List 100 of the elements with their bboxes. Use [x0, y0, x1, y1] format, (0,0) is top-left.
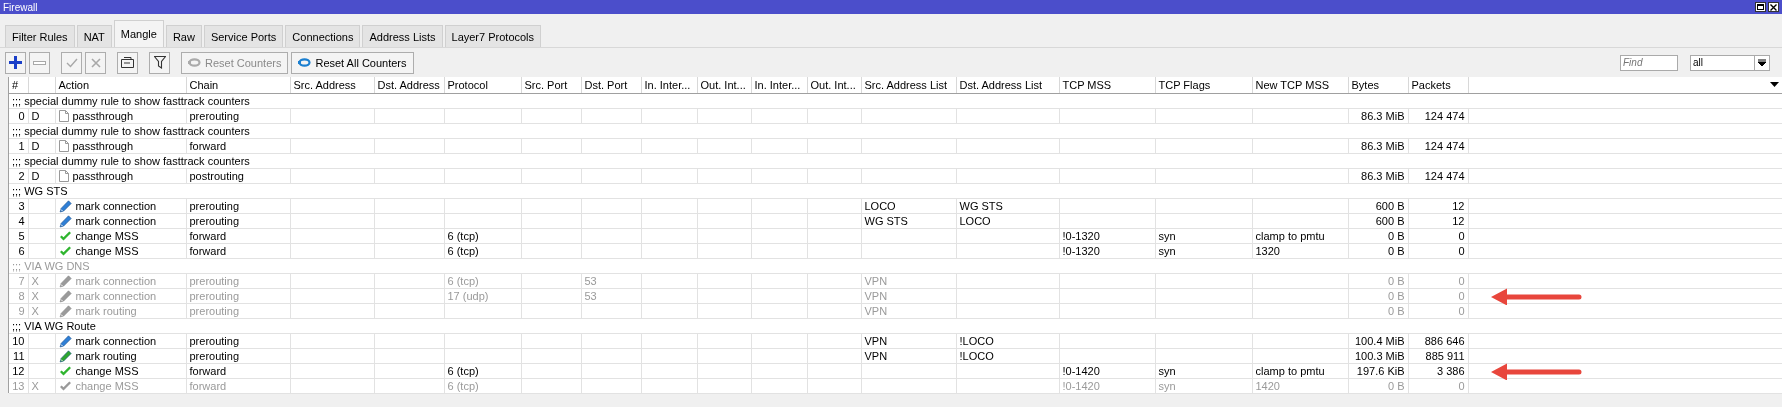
column-header[interactable]: In. Inter...	[751, 77, 807, 94]
table-cell: 0	[9, 108, 28, 124]
note-icon	[121, 57, 134, 68]
filter-dropdown[interactable]: all	[1690, 54, 1770, 71]
table-cell: 0 B	[1348, 273, 1408, 289]
document-icon	[58, 170, 69, 182]
column-header[interactable]: #	[9, 77, 28, 94]
table-cell: 0 B	[1348, 288, 1408, 304]
column-header[interactable]: Action	[55, 77, 186, 94]
comment-text: ;;; WG STS	[9, 183, 1782, 199]
table-cell: 6 (tcp)	[444, 243, 521, 259]
search-field[interactable]: Find	[1620, 54, 1678, 71]
column-header[interactable]: Dst. Address	[374, 77, 444, 94]
column-header[interactable]: Src. Port	[521, 77, 581, 94]
table-cell: VPN	[861, 288, 956, 304]
table-cell: 86.3 MiB	[1348, 138, 1408, 154]
column-header[interactable]: New TCP MSS	[1252, 77, 1348, 94]
column-header[interactable]: Out. Int...	[697, 77, 751, 94]
table-cell: syn	[1155, 363, 1252, 379]
table-cell: 53	[581, 273, 641, 289]
table-cell: clamp to pmtu	[1252, 228, 1348, 244]
table-cell: D	[28, 168, 55, 184]
column-header[interactable]: In. Inter...	[641, 77, 697, 94]
action-label: mark routing	[75, 304, 137, 318]
table-cell: 0	[1408, 243, 1468, 259]
table-cell: VPN	[861, 348, 956, 364]
table-cell: 9	[9, 303, 28, 319]
restore-button[interactable]	[1755, 2, 1766, 12]
tab[interactable]: Connections	[285, 25, 361, 47]
column-header[interactable]: TCP MSS	[1059, 77, 1155, 94]
table-cell: 86.3 MiB	[1348, 108, 1408, 124]
table-cell: VPN	[861, 303, 956, 319]
column-header[interactable]: Out. Int...	[807, 77, 861, 94]
tab[interactable]: Address Lists	[362, 25, 443, 47]
pencil-icon	[58, 199, 72, 213]
tab[interactable]: NAT	[76, 25, 112, 47]
table-cell: 4	[9, 213, 28, 229]
reset-icon	[298, 58, 312, 67]
table-cell: 886 646	[1408, 333, 1468, 349]
table-cell: 6	[9, 243, 28, 259]
comment-button[interactable]	[117, 51, 138, 74]
table-cell: 13	[9, 378, 28, 394]
table-cell: !0-1320	[1059, 228, 1155, 244]
action-label: change MSS	[75, 244, 139, 258]
tab[interactable]: Service Ports	[203, 25, 284, 47]
comment-text: ;;; special dummy rule to show fasttrack counters	[9, 93, 1782, 109]
document-icon	[58, 110, 69, 122]
tab[interactable]: Mangle	[113, 20, 164, 47]
comment-text: ;;; VIA WG DNS	[9, 258, 1782, 274]
column-header[interactable]: Src. Address	[290, 77, 374, 94]
table-cell: D	[28, 138, 55, 154]
table-cell: postrouting	[186, 168, 290, 184]
window-title: Firewall	[3, 1, 39, 13]
table-cell: 6 (tcp)	[444, 273, 521, 289]
action-label: mark connection	[75, 274, 157, 288]
checkmark-icon	[58, 245, 72, 257]
column-header[interactable]: Packets	[1408, 77, 1468, 94]
reset-icon	[188, 58, 201, 67]
table-cell: LOCO	[861, 198, 956, 214]
filter-button[interactable]	[149, 51, 170, 74]
action-label: mark connection	[75, 334, 157, 348]
table-cell: 124 474	[1408, 108, 1468, 124]
close-button[interactable]	[1768, 2, 1779, 12]
table-cell: forward	[186, 138, 290, 154]
document-icon	[58, 140, 69, 152]
action-label: change MSS	[75, 364, 139, 378]
table-cell: LOCO	[956, 213, 1059, 229]
pencil-icon	[58, 214, 72, 228]
column-header[interactable]: TCP Flags	[1155, 77, 1252, 94]
table-cell: !0-1420	[1059, 363, 1155, 379]
add-button[interactable]	[5, 51, 26, 74]
table-cell: 3	[9, 198, 28, 214]
column-header[interactable]: Bytes	[1348, 77, 1408, 94]
table-cell: syn	[1155, 243, 1252, 259]
column-header[interactable]: Protocol	[444, 77, 521, 94]
table-cell: 0	[1408, 303, 1468, 319]
table-cell: 100.3 MiB	[1348, 348, 1408, 364]
column-header[interactable]: Dst. Port	[581, 77, 641, 94]
minus-icon	[33, 60, 46, 65]
table-cell: 6 (tcp)	[444, 228, 521, 244]
table-cell: 12	[1408, 213, 1468, 229]
column-header[interactable]: Chain	[186, 77, 290, 94]
table-cell: syn	[1155, 378, 1252, 394]
action-label: change MSS	[75, 229, 139, 243]
column-header[interactable]: Src. Address List	[861, 77, 956, 94]
table-cell: forward	[186, 378, 290, 394]
tab[interactable]: Filter Rules	[5, 25, 75, 47]
tab[interactable]: Raw	[165, 25, 202, 47]
pencil-icon	[58, 289, 72, 303]
table-cell: 0	[1408, 288, 1468, 304]
table-cell: forward	[186, 228, 290, 244]
column-menu-icon[interactable]	[1770, 82, 1779, 88]
table-cell: prerouting	[186, 213, 290, 229]
table-cell: WG STS	[956, 198, 1059, 214]
reset-counters-button[interactable]: Reset All Counters	[291, 51, 414, 74]
action-label: passthrough	[72, 139, 134, 153]
tab[interactable]: Layer7 Protocols	[444, 25, 542, 47]
table-cell: 600 B	[1348, 213, 1408, 229]
table-cell: prerouting	[186, 303, 290, 319]
column-header[interactable]: Dst. Address List	[956, 77, 1059, 94]
